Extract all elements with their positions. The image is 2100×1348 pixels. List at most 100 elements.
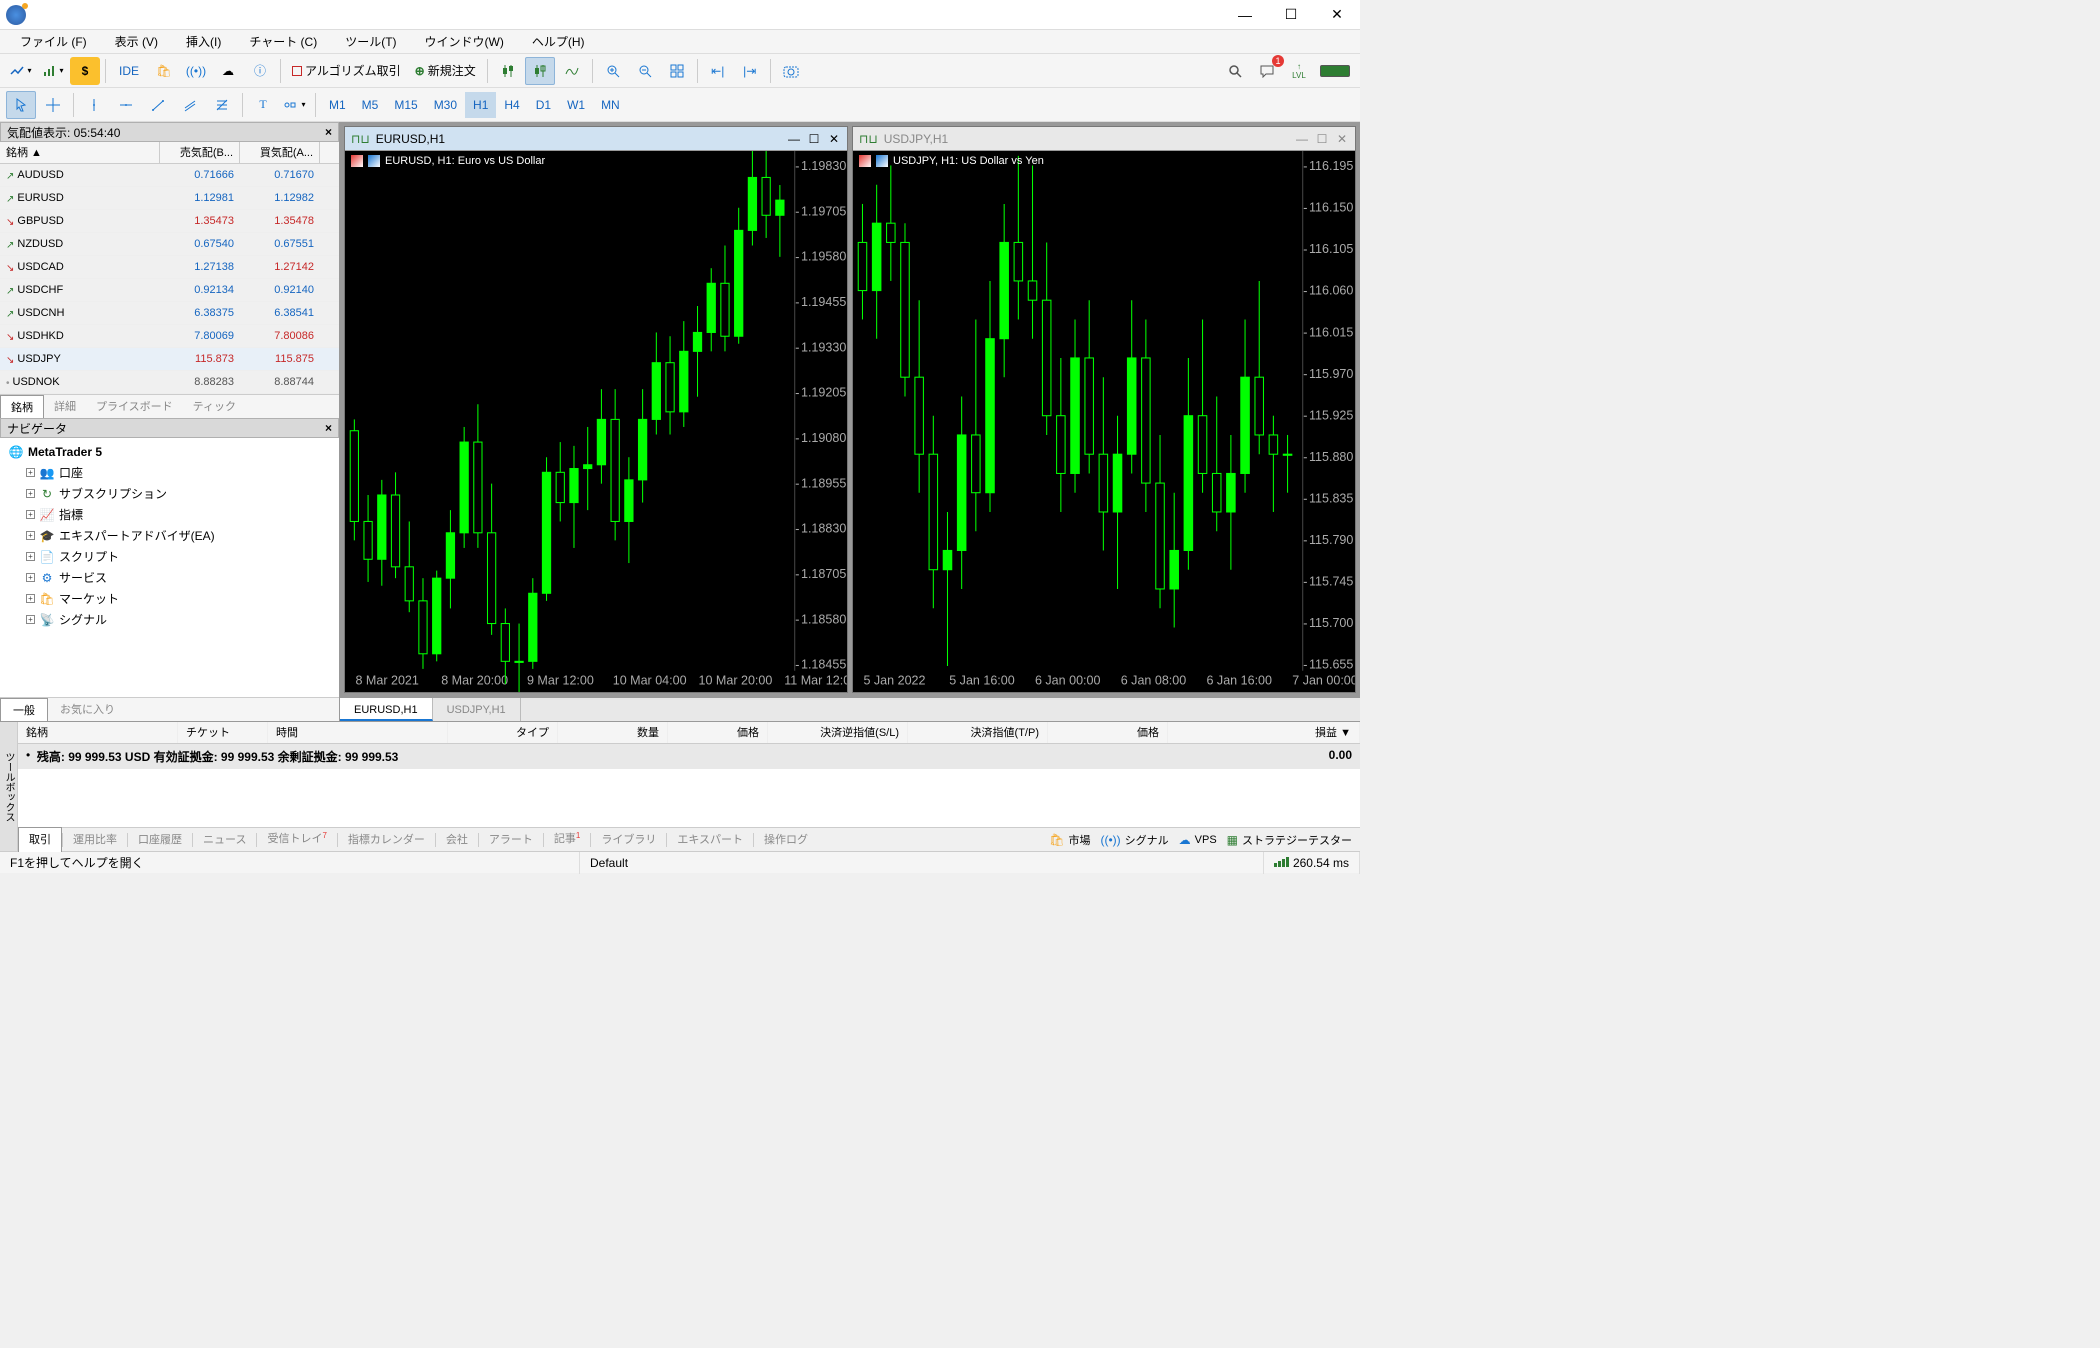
- signals-icon[interactable]: ((•)): [181, 57, 211, 85]
- terminal-tab[interactable]: エキスパート: [667, 828, 753, 852]
- terminal-col[interactable]: 銘柄: [18, 722, 178, 743]
- timeframe-h1[interactable]: H1: [465, 92, 496, 118]
- terminal-tab[interactable]: 運用比率: [63, 828, 127, 852]
- mql5-icon[interactable]: ⓘ: [245, 57, 275, 85]
- col-bid[interactable]: 売気配(B...: [160, 142, 240, 163]
- close-icon[interactable]: ×: [325, 421, 332, 435]
- symbol-row[interactable]: USDHKD7.800697.80086: [0, 325, 339, 348]
- terminal-col[interactable]: 決済指値(T/P): [908, 722, 1048, 743]
- candles-active-icon[interactable]: [525, 57, 555, 85]
- col-symbol[interactable]: 銘柄 ▲: [0, 142, 160, 163]
- menu-item[interactable]: 表示 (V): [101, 30, 172, 54]
- line-chart-icon[interactable]: [557, 57, 587, 85]
- timeframe-mn[interactable]: MN: [593, 92, 628, 118]
- cursor-tool[interactable]: [6, 91, 36, 119]
- nav-item[interactable]: +📈指標: [4, 504, 335, 525]
- minimize-icon[interactable]: —: [787, 132, 801, 146]
- close-icon[interactable]: ×: [325, 125, 332, 139]
- terminal-tab[interactable]: 指標カレンダー: [338, 828, 435, 852]
- timeframe-w1[interactable]: W1: [559, 92, 593, 118]
- terminal-col[interactable]: タイプ: [448, 722, 558, 743]
- search-icon[interactable]: [1220, 57, 1250, 85]
- terminal-col[interactable]: 損益 ▼: [1280, 722, 1360, 743]
- terminal-tool[interactable]: ☁VPS: [1179, 833, 1217, 847]
- algo-trading-toggle[interactable]: アルゴリズム取引: [286, 57, 407, 85]
- close-button[interactable]: ✕: [1314, 0, 1360, 30]
- chart-line-dropdown[interactable]: ▾: [6, 57, 36, 85]
- hline-tool[interactable]: [111, 91, 141, 119]
- terminal-tab[interactable]: 操作ログ: [754, 828, 818, 852]
- nav-item[interactable]: +🛍マーケット: [4, 588, 335, 609]
- nav-tab[interactable]: 一般: [0, 698, 48, 721]
- terminal-tab[interactable]: 取引: [18, 827, 62, 852]
- chart-type-dropdown[interactable]: ▾: [38, 57, 68, 85]
- vps-icon[interactable]: ☁: [213, 57, 243, 85]
- terminal-col[interactable]: 時間: [268, 722, 448, 743]
- terminal-tool[interactable]: ((•))シグナル: [1100, 832, 1168, 848]
- col-ask[interactable]: 買気配(A...: [240, 142, 320, 163]
- nav-item[interactable]: +👥口座: [4, 462, 335, 483]
- shift-icon[interactable]: ⇤|: [703, 57, 733, 85]
- new-order-button[interactable]: ⊕ 新規注文: [409, 57, 482, 85]
- timeframe-d1[interactable]: D1: [528, 92, 559, 118]
- terminal-col[interactable]: 価格: [1048, 722, 1168, 743]
- shapes-dropdown[interactable]: ▾: [280, 91, 310, 119]
- symbol-row[interactable]: USDCHF0.921340.92140: [0, 279, 339, 302]
- terminal-col[interactable]: 決済逆指値(S/L): [768, 722, 908, 743]
- nav-root[interactable]: 🌐MetaTrader 5: [4, 442, 335, 462]
- timeframe-m1[interactable]: M1: [321, 92, 354, 118]
- menu-item[interactable]: ヘルプ(H): [518, 30, 599, 54]
- symbol-row[interactable]: GBPUSD1.354731.35478: [0, 210, 339, 233]
- menu-item[interactable]: ウインドウ(W): [411, 30, 518, 54]
- status-profile[interactable]: Default: [580, 852, 1264, 874]
- symbol-row[interactable]: USDCAD1.271381.27142: [0, 256, 339, 279]
- mw-tab[interactable]: プライスボード: [86, 395, 183, 418]
- terminal-tool[interactable]: ▦ストラテジーテスター: [1227, 832, 1352, 848]
- minimize-icon[interactable]: —: [1295, 132, 1309, 146]
- nav-item[interactable]: +↻サブスクリプション: [4, 483, 335, 504]
- zoom-in-icon[interactable]: [598, 57, 628, 85]
- timeframe-h4[interactable]: H4: [496, 92, 527, 118]
- screenshot-icon[interactable]: [776, 57, 806, 85]
- timeframe-m15[interactable]: M15: [386, 92, 425, 118]
- mw-tab[interactable]: 銘柄: [0, 395, 44, 418]
- menu-item[interactable]: ツール(T): [331, 30, 410, 54]
- terminal-tab[interactable]: 記事1: [544, 827, 590, 852]
- terminal-tab[interactable]: 受信トレイ7: [257, 827, 336, 852]
- autoshift-icon[interactable]: |⇥: [735, 57, 765, 85]
- terminal-col[interactable]: 数量: [558, 722, 668, 743]
- symbol-row[interactable]: NZDUSD0.675400.67551: [0, 233, 339, 256]
- symbol-row[interactable]: USDJPY115.873115.875: [0, 348, 339, 371]
- terminal-tab[interactable]: 会社: [436, 828, 478, 852]
- close-icon[interactable]: ✕: [827, 132, 841, 146]
- terminal-tab[interactable]: ライブラリ: [591, 828, 666, 852]
- maximize-icon[interactable]: ☐: [807, 132, 821, 146]
- nav-tab[interactable]: お気に入り: [48, 698, 127, 721]
- terminal-tool[interactable]: 🛍市場: [1049, 832, 1090, 848]
- terminal-tab[interactable]: ニュース: [193, 828, 256, 852]
- mw-tab[interactable]: 詳細: [44, 395, 86, 418]
- minimize-button[interactable]: —: [1222, 0, 1268, 30]
- grid-icon[interactable]: [662, 57, 692, 85]
- dollar-button[interactable]: $: [70, 57, 100, 85]
- terminal-tab[interactable]: アラート: [479, 828, 543, 852]
- trendline-tool[interactable]: [143, 91, 173, 119]
- zoom-out-icon[interactable]: [630, 57, 660, 85]
- nav-item[interactable]: +⚙サービス: [4, 567, 335, 588]
- nav-item[interactable]: +🎓エキスパートアドバイザ(EA): [4, 525, 335, 546]
- close-icon[interactable]: ✕: [1335, 132, 1349, 146]
- menu-item[interactable]: チャート (C): [235, 30, 331, 54]
- terminal-tab[interactable]: 口座履歴: [128, 828, 192, 852]
- symbol-row[interactable]: USDNOK8.882838.88744: [0, 371, 339, 394]
- chat-icon[interactable]: [1252, 57, 1282, 85]
- nav-item[interactable]: +📄スクリプト: [4, 546, 335, 567]
- candles-green-icon[interactable]: [493, 57, 523, 85]
- text-tool[interactable]: T: [248, 91, 278, 119]
- maximize-button[interactable]: ☐: [1268, 0, 1314, 30]
- chart-canvas[interactable]: EURUSD, H1: Euro vs US Dollar 1.198301.1…: [345, 151, 847, 692]
- terminal-col[interactable]: 価格: [668, 722, 768, 743]
- menu-item[interactable]: ファイル (F): [6, 30, 101, 54]
- menu-item[interactable]: 挿入(I): [172, 30, 235, 54]
- timeframe-m5[interactable]: M5: [354, 92, 387, 118]
- mw-tab[interactable]: ティック: [183, 395, 246, 418]
